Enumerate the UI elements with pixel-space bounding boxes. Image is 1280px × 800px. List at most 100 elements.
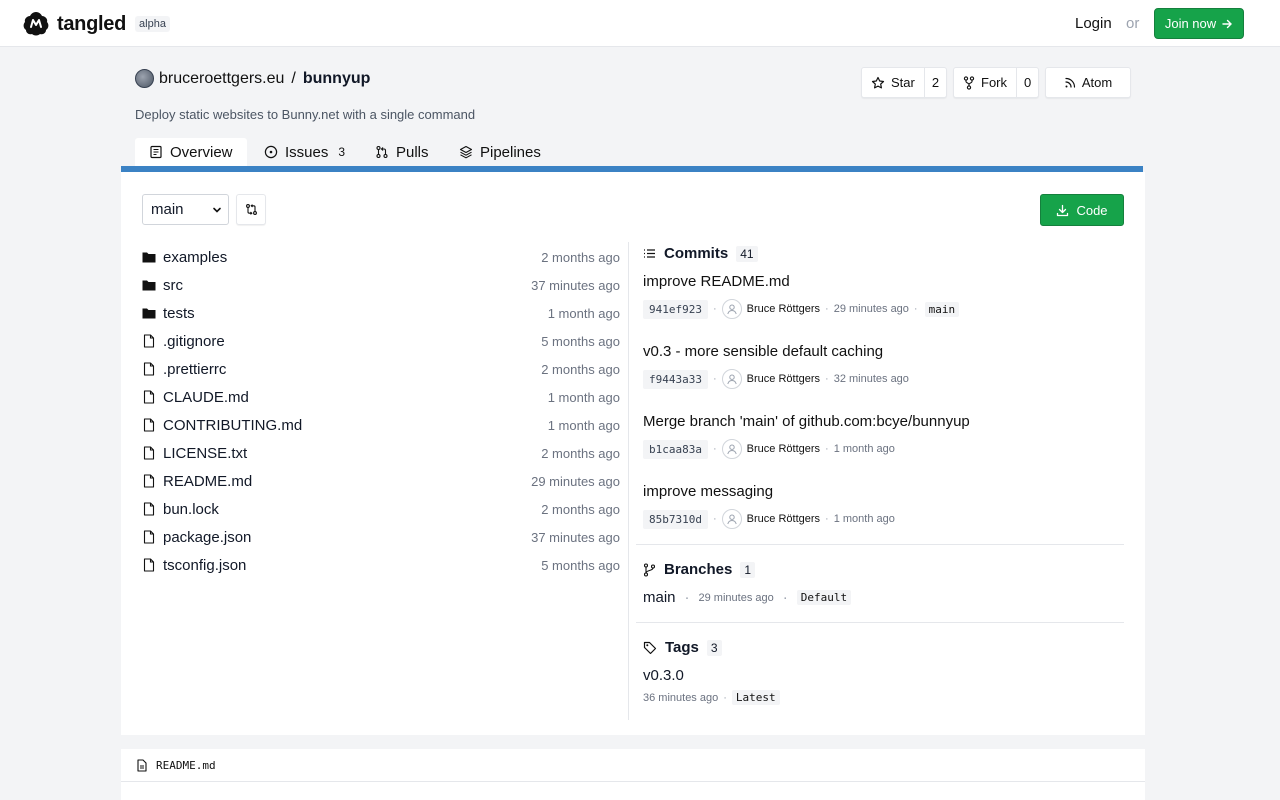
login-link[interactable]: Login <box>1075 15 1112 32</box>
tag-meta: 36 minutes ago · Latest <box>643 690 780 705</box>
file-row[interactable]: README.md 29 minutes ago <box>142 471 620 491</box>
or-text: or <box>1126 15 1140 32</box>
tag-icon <box>643 641 657 655</box>
branch-time: 29 minutes ago <box>698 591 774 604</box>
compare-branches-button[interactable] <box>236 194 266 225</box>
file-name[interactable]: examples <box>163 249 541 266</box>
separator-dot: · <box>825 443 829 455</box>
file-icon <box>142 390 156 404</box>
tab-pulls-label: Pulls <box>396 143 429 161</box>
tab-issues[interactable]: Issues 3 <box>250 138 362 166</box>
file-name[interactable]: bun.lock <box>163 501 541 518</box>
commits-title: Commits <box>664 245 729 262</box>
separator-dot: · <box>782 589 788 606</box>
file-name[interactable]: tests <box>163 305 548 322</box>
user-avatar-icon[interactable] <box>721 299 742 319</box>
file-row[interactable]: CLAUDE.md 1 month ago <box>142 387 620 407</box>
file-name[interactable]: src <box>163 277 531 294</box>
branch-row[interactable]: main · 29 minutes ago · Default <box>643 589 852 606</box>
separator-dot: · <box>712 443 717 455</box>
file-time: 37 minutes ago <box>531 529 620 545</box>
fork-button[interactable]: Fork <box>954 68 1016 97</box>
file-time: 2 months ago <box>541 445 620 461</box>
file-name[interactable]: CONTRIBUTING.md <box>163 417 548 434</box>
file-time: 2 months ago <box>541 249 620 265</box>
commit-sha-link[interactable]: 941ef923 <box>643 299 708 319</box>
commit-author[interactable]: Bruce Röttgers <box>747 303 820 315</box>
file-time: 29 minutes ago <box>531 473 620 489</box>
rss-icon <box>1064 77 1076 89</box>
tab-overview[interactable]: Overview <box>135 138 247 166</box>
tag-name-link[interactable]: v0.3.0 <box>643 667 684 684</box>
branches-header[interactable]: Branches 1 <box>643 561 756 578</box>
commit-message-link[interactable]: Merge branch 'main' of github.com:bcye/b… <box>643 413 970 430</box>
file-name[interactable]: .prettierrc <box>163 361 541 378</box>
tab-pipelines[interactable]: Pipelines <box>445 138 555 166</box>
file-row[interactable]: src 37 minutes ago <box>142 275 620 295</box>
atom-feed-button[interactable]: Atom <box>1045 67 1131 98</box>
book-icon <box>149 145 163 159</box>
atom-label: Atom <box>1081 75 1113 90</box>
file-name[interactable]: .gitignore <box>163 333 541 350</box>
top-navbar: tangled alpha Login or Join now <box>0 0 1280 47</box>
user-avatar-icon[interactable] <box>721 439 742 459</box>
join-now-button[interactable]: Join now <box>1154 8 1244 39</box>
commit-sha-link[interactable]: f9443a33 <box>643 369 708 389</box>
commit-sha-link[interactable]: 85b7310d <box>643 509 708 529</box>
file-row[interactable]: LICENSE.txt 2 months ago <box>142 443 620 463</box>
file-name[interactable]: README.md <box>163 473 531 490</box>
file-row[interactable]: tsconfig.json 5 months ago <box>142 555 620 575</box>
separator-dot: · <box>684 589 690 606</box>
commits-header[interactable]: Commits 41 <box>643 245 758 262</box>
file-time: 5 months ago <box>541 557 620 573</box>
repo-title: bruceroettgers.eu / bunnyup <box>135 69 370 88</box>
file-row[interactable]: package.json 37 minutes ago <box>142 527 620 547</box>
separator-dot: · <box>825 303 829 315</box>
file-time: 2 months ago <box>541 501 620 517</box>
owner-avatar[interactable] <box>135 69 154 88</box>
file-row[interactable]: CONTRIBUTING.md 1 month ago <box>142 415 620 435</box>
section-divider <box>636 544 1124 545</box>
file-name[interactable]: CLAUDE.md <box>163 389 548 406</box>
fork-button-group[interactable]: Fork 0 <box>953 67 1040 98</box>
code-download-button[interactable]: Code <box>1040 194 1124 226</box>
branches-count: 1 <box>740 561 756 578</box>
user-avatar-icon[interactable] <box>721 369 742 389</box>
commit-sha-link[interactable]: b1caa83a <box>643 439 708 459</box>
commit-author[interactable]: Bruce Röttgers <box>747 513 820 525</box>
file-row[interactable]: .gitignore 5 months ago <box>142 331 620 351</box>
commit-message-link[interactable]: improve README.md <box>643 273 790 290</box>
file-icon <box>142 558 156 572</box>
repo-owner-link[interactable]: bruceroettgers.eu <box>159 70 284 88</box>
star-button-group[interactable]: Star 2 <box>861 67 948 98</box>
column-divider <box>628 242 629 720</box>
brand-logo-link[interactable]: tangled alpha <box>21 9 170 39</box>
alpha-badge: alpha <box>135 16 170 32</box>
branch-name[interactable]: main <box>643 589 676 606</box>
file-time: 2 months ago <box>541 361 620 377</box>
file-row[interactable]: examples 2 months ago <box>142 247 620 267</box>
star-count: 2 <box>923 68 946 97</box>
commit-author[interactable]: Bruce Röttgers <box>747 373 820 385</box>
tab-pulls[interactable]: Pulls <box>361 138 443 166</box>
file-icon <box>142 502 156 516</box>
branch-select[interactable]: main <box>142 194 229 225</box>
commit-message-link[interactable]: v0.3 - more sensible default caching <box>643 343 883 360</box>
file-name[interactable]: tsconfig.json <box>163 557 541 574</box>
commit-meta: 85b7310d · Bruce Röttgers · 1 month ago <box>643 509 895 529</box>
tags-title: Tags <box>665 639 699 656</box>
separator-dot: · <box>913 303 918 315</box>
commit-author[interactable]: Bruce Röttgers <box>747 443 820 455</box>
repo-name-link[interactable]: bunnyup <box>303 70 371 88</box>
file-row[interactable]: tests 1 month ago <box>142 303 620 323</box>
commit-time: 32 minutes ago <box>833 373 909 385</box>
commit-message-link[interactable]: improve messaging <box>643 483 773 500</box>
file-name[interactable]: LICENSE.txt <box>163 445 541 462</box>
file-name[interactable]: package.json <box>163 529 531 546</box>
tags-header[interactable]: Tags 3 <box>643 639 722 656</box>
commit-time: 29 minutes ago <box>833 303 909 315</box>
star-button[interactable]: Star <box>862 68 924 97</box>
file-row[interactable]: bun.lock 2 months ago <box>142 499 620 519</box>
file-row[interactable]: .prettierrc 2 months ago <box>142 359 620 379</box>
user-avatar-icon[interactable] <box>721 509 742 529</box>
